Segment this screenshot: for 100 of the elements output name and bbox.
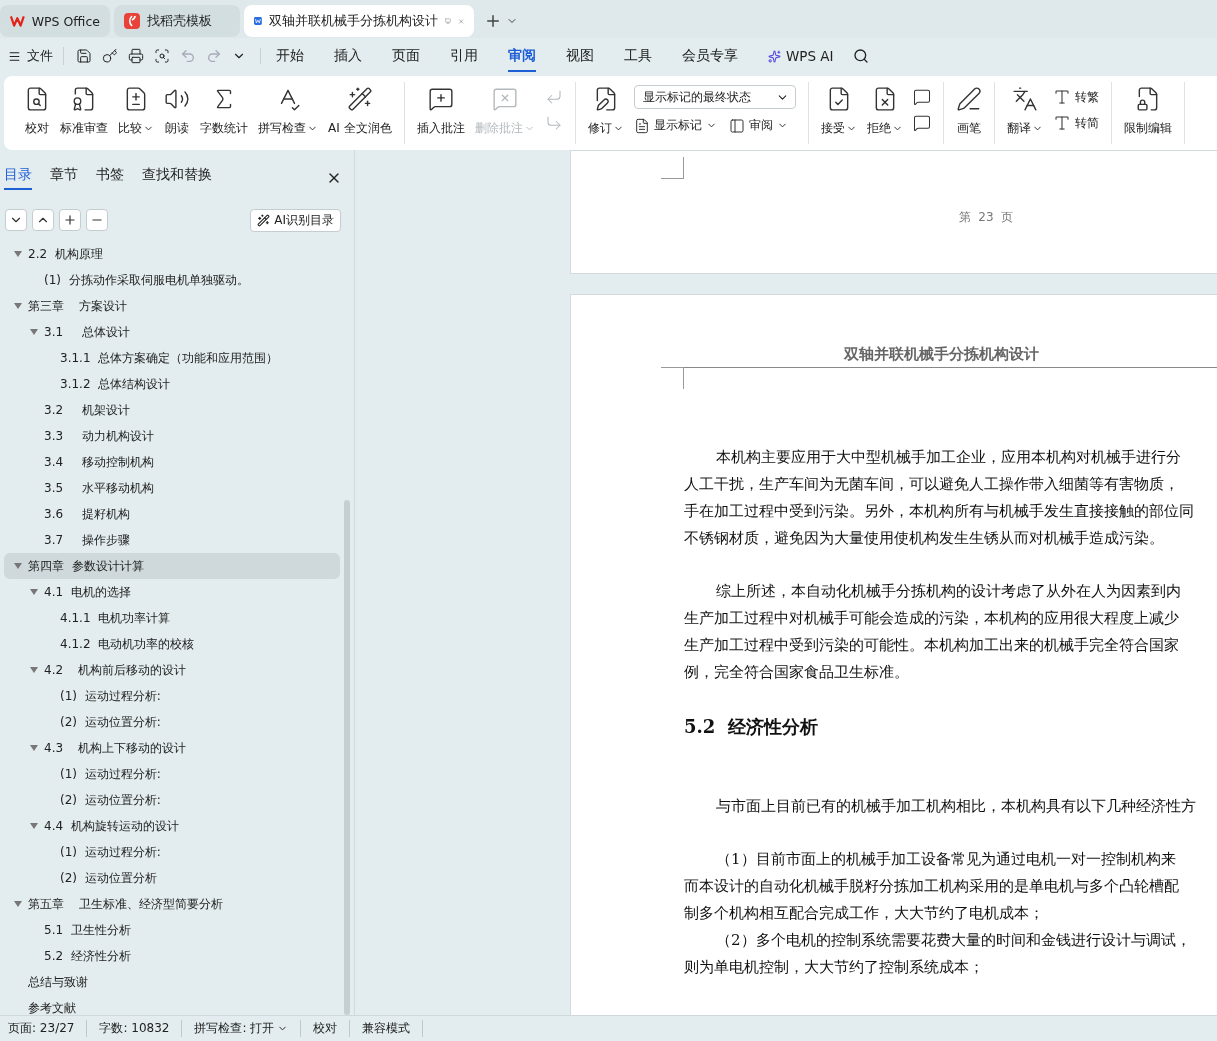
collapse-button[interactable]: [32, 209, 54, 231]
toc-item[interactable]: 第四章 参数设计计算: [4, 553, 340, 579]
ribbon-button[interactable]: [912, 114, 931, 132]
toc-item[interactable]: 4.2 机构前后移动的设计: [4, 657, 340, 683]
pane-tab[interactable]: 目录: [4, 166, 32, 190]
toc-item[interactable]: (2) 运动位置分析:: [4, 709, 340, 735]
ribbon-button[interactable]: 转简: [1052, 114, 1099, 132]
toc-item[interactable]: 参考文献: [4, 995, 340, 1015]
status-item[interactable]: 页面: 23/27: [6, 1020, 88, 1037]
ribbon-button[interactable]: 比较: [114, 82, 158, 141]
toc-item[interactable]: 总结与致谢: [4, 969, 340, 995]
plus-icon: [63, 213, 77, 227]
ribbon-button[interactable]: 字数统计: [196, 82, 252, 141]
toc-item[interactable]: 3.5 水平移动机构: [4, 475, 340, 501]
ribbon-button[interactable]: [912, 88, 931, 106]
ribbon-tab[interactable]: 视图: [566, 40, 594, 72]
ribbon-button[interactable]: AI 全文润色: [324, 82, 396, 141]
new-tab-icon[interactable]: [484, 12, 502, 30]
toc-item[interactable]: 第五章 卫生标准、经济型简要分析: [4, 891, 340, 917]
panel-icon: [728, 117, 745, 134]
toc-item[interactable]: 3.1 总体设计: [4, 319, 340, 345]
expanded-triangle-icon[interactable]: [30, 743, 38, 753]
toc-item[interactable]: 3.7 操作步骤: [4, 527, 340, 553]
text-line: 例，完全符合国家食品卫生标准。: [684, 662, 910, 683]
file-menu[interactable]: 文件: [8, 47, 64, 65]
status-item[interactable]: 拼写检查: 打开: [192, 1020, 302, 1037]
status-item[interactable]: 兼容模式: [360, 1020, 424, 1037]
pane-tab[interactable]: 章节: [50, 166, 78, 190]
ribbon-button[interactable]: 接受: [816, 82, 861, 141]
status-item[interactable]: 字数: 10832: [97, 1020, 183, 1037]
ribbon-tab[interactable]: 开始: [276, 40, 304, 72]
toc-item[interactable]: (1) 运动过程分析:: [4, 839, 340, 865]
ribbon-button[interactable]: 标准审查: [56, 82, 112, 141]
toc-item[interactable]: 5.1 卫生性分析: [4, 917, 340, 943]
page-header: 双轴并联机械手分拣机构设计: [684, 345, 1217, 368]
ribbon-button[interactable]: 拼写检查: [254, 82, 322, 141]
undo-icon[interactable]: [180, 48, 196, 64]
ribbon-button[interactable]: 校对: [20, 82, 54, 141]
remove-button[interactable]: [86, 209, 108, 231]
add-button[interactable]: [59, 209, 81, 231]
toc-item[interactable]: 3.1.2 总体结构设计: [4, 371, 340, 397]
ribbon-button[interactable]: 修订: [583, 82, 628, 141]
save-icon[interactable]: [76, 48, 92, 64]
toc-item[interactable]: 3.1.1 总体方案确定（功能和应用范围）: [4, 345, 340, 371]
pane-tab[interactable]: 查找和替换: [142, 166, 212, 190]
expanded-triangle-icon[interactable]: [30, 665, 38, 675]
toc-item[interactable]: 4.1.2 电动机功率的校核: [4, 631, 340, 657]
ribbon-button[interactable]: 转繁: [1052, 88, 1099, 106]
ribbon-button[interactable]: 翻译: [1002, 82, 1047, 141]
toc-item[interactable]: 4.4 机构旋转运动的设计: [4, 813, 340, 839]
expanded-triangle-icon[interactable]: [14, 249, 22, 259]
toc-item[interactable]: 3.4 移动控制机构: [4, 449, 340, 475]
search-icon[interactable]: [852, 48, 869, 64]
key-icon[interactable]: [102, 48, 118, 64]
toc-item[interactable]: 2.2 机构原理: [4, 241, 340, 267]
ribbon-button[interactable]: 插入批注: [412, 82, 469, 141]
markup-select[interactable]: 显示标记的最终状态: [633, 85, 796, 109]
pane-tab[interactable]: 书签: [96, 166, 124, 190]
toc-item[interactable]: 第三章 方案设计: [4, 293, 340, 319]
toc-item[interactable]: 3.6 提籽机构: [4, 501, 340, 527]
ribbon-button[interactable]: 朗读: [160, 82, 194, 141]
toc-item[interactable]: (2) 运动位置分析: [4, 865, 340, 891]
ribbon-tab[interactable]: 引用: [450, 40, 478, 72]
document-tab[interactable]: WPS Office: [0, 5, 110, 37]
ribbon-tab[interactable]: 页面: [392, 40, 420, 72]
expanded-triangle-icon[interactable]: [14, 561, 22, 571]
ribbon-button[interactable]: 审阅: [728, 117, 788, 134]
ribbon-button[interactable]: 画笔: [951, 82, 986, 141]
expanded-triangle-icon[interactable]: [30, 587, 38, 597]
toc-item[interactable]: 3.2 机架设计: [4, 397, 340, 423]
toc-item[interactable]: (1) 运动过程分析:: [4, 761, 340, 787]
expanded-triangle-icon[interactable]: [14, 301, 22, 311]
expanded-triangle-icon[interactable]: [14, 899, 22, 909]
document-tab[interactable]: 找稻壳模板: [114, 5, 240, 37]
ribbon-tab[interactable]: 审阅: [508, 40, 536, 72]
expanded-triangle-icon[interactable]: [30, 327, 38, 337]
ai-toc-button[interactable]: AI识别目录: [250, 208, 341, 232]
toc-item[interactable]: 3.3 动力机构设计: [4, 423, 340, 449]
toc-item[interactable]: 4.3 机构上下移动的设计: [4, 735, 340, 761]
print-preview-icon[interactable]: [154, 48, 170, 64]
text-line: 生产加工过程中对机械手可能会造成的污染，本机构的应用很大程度上减少: [684, 608, 1180, 629]
ribbon-button[interactable]: 拒绝: [862, 82, 907, 141]
toc-item[interactable]: (2) 运动位置分析:: [4, 787, 340, 813]
ribbon-button[interactable]: 显示标记: [633, 117, 717, 134]
printer-icon[interactable]: [128, 48, 144, 64]
ribbon-tab[interactable]: 工具: [624, 40, 652, 72]
toc-item[interactable]: 5.2 经济性分析: [4, 943, 340, 969]
ribbon-tab[interactable]: 会员专享: [682, 40, 738, 72]
toc-item[interactable]: 4.1.1 电机功率计算: [4, 605, 340, 631]
toc-item[interactable]: 4.1 电机的选择: [4, 579, 340, 605]
expanded-triangle-icon[interactable]: [30, 821, 38, 831]
toc-item[interactable]: (1) 分拣动作采取伺服电机单独驱动。: [4, 267, 340, 293]
status-item[interactable]: 校对: [311, 1020, 351, 1037]
ribbon-tab[interactable]: WPS AI: [768, 41, 834, 71]
scrollbar[interactable]: [344, 500, 350, 1015]
ribbon-button[interactable]: 限制编辑: [1119, 82, 1176, 141]
text-line: 不锈钢材质，避免因为大量使用使机构发生生锈从而对机械手造成污染。: [684, 528, 1165, 549]
toc-item[interactable]: (1) 运动过程分析:: [4, 683, 340, 709]
ribbon-tab[interactable]: 插入: [334, 40, 362, 72]
expand-button[interactable]: [5, 209, 27, 231]
